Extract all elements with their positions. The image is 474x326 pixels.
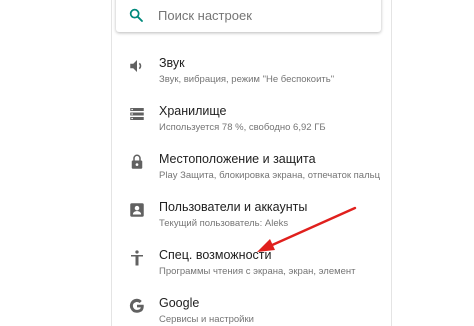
settings-item-title: Пользователи и аккаунты <box>159 200 308 214</box>
settings-item-subtitle: Текущий пользователь: Aleks <box>159 218 289 229</box>
lock-icon <box>131 154 143 169</box>
settings-item-accessibility[interactable]: Спец. возможности Программы чтения с экр… <box>112 239 391 287</box>
google-icon <box>129 298 144 313</box>
settings-item-storage[interactable]: Хранилище Используется 78 %, свободно 6,… <box>112 95 391 143</box>
settings-item-subtitle: Play Защита, блокировка экрана, отпечато… <box>159 170 381 181</box>
settings-item-subtitle: Сервисы и настройки <box>159 314 254 325</box>
search-bar[interactable]: Поиск настроек <box>116 0 381 32</box>
settings-item-subtitle: Используется 78 %, свободно 6,92 ГБ <box>159 122 326 133</box>
settings-item-location-security[interactable]: Местоположение и защита Play Защита, бло… <box>112 143 391 191</box>
volume-icon <box>130 60 142 72</box>
settings-item-title: Хранилище <box>159 104 227 118</box>
settings-item-title: Местоположение и защита <box>159 152 316 166</box>
storage-icon <box>130 108 144 120</box>
search-input[interactable]: Поиск настроек <box>158 8 252 23</box>
settings-item-subtitle: Звук, вибрация, режим "Не беспокоить" <box>159 74 335 85</box>
accessibility-icon <box>131 250 143 266</box>
account-box-icon <box>130 203 144 217</box>
settings-list: Звук Звук, вибрация, режим "Не беспокоит… <box>112 47 391 326</box>
settings-item-subtitle: Программы чтения с экрана, экран, элемен… <box>159 266 356 277</box>
settings-item-title: Спец. возможности <box>159 248 272 262</box>
settings-item-title: Google <box>159 296 200 310</box>
search-icon <box>129 8 143 22</box>
settings-item-google[interactable]: Google Сервисы и настройки <box>112 287 391 326</box>
settings-item-title: Звук <box>159 56 185 70</box>
settings-screen: Поиск настроек Звук Звук, вибрация, режи… <box>111 0 392 326</box>
settings-item-users-accounts[interactable]: Пользователи и аккаунты Текущий пользова… <box>112 191 391 239</box>
settings-item-sound[interactable]: Звук Звук, вибрация, режим "Не беспокоит… <box>112 47 391 95</box>
